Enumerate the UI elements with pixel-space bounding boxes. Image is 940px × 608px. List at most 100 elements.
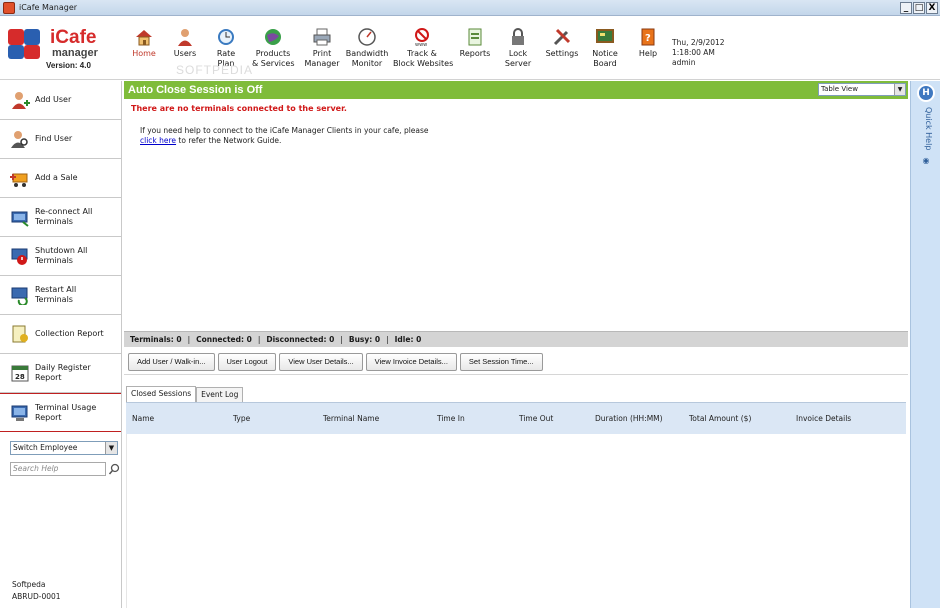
close-button[interactable]: X	[926, 1, 938, 14]
current-date: Thu, 2/9/2012	[672, 38, 725, 47]
toolbar-settings[interactable]: Settings	[544, 27, 580, 77]
toolbar-help[interactable]: ? Help	[635, 27, 661, 77]
title-bar: iCafe Manager _ □ X	[0, 0, 940, 16]
help-icon[interactable]: H	[917, 84, 935, 102]
sidebar-item-collection-report[interactable]: Collection Report	[0, 315, 121, 354]
svg-text:www: www	[415, 42, 427, 47]
home-icon	[136, 30, 152, 46]
cart-icon	[10, 173, 28, 187]
left-sidebar: Add User Find User Add a Sale Re-connect…	[0, 81, 122, 608]
app-icon	[3, 1, 15, 14]
sidebar-item-add-sale[interactable]: Add a Sale	[0, 159, 121, 198]
sidebar-item-reconnect[interactable]: Re-connect All Terminals	[0, 198, 121, 237]
view-invoice-details-button[interactable]: View Invoice Details...	[365, 352, 457, 371]
column-header[interactable]: Time Out	[519, 414, 553, 423]
logo-subtitle: manager	[52, 47, 98, 59]
search-icon[interactable]	[108, 462, 120, 476]
help-book-icon: ?	[641, 28, 655, 46]
toolbar-label: Bandwidth Monitor	[345, 49, 389, 68]
maximize-button[interactable]: □	[913, 1, 925, 14]
shutdown-icon	[11, 248, 28, 265]
chevron-down-icon[interactable]: ▼	[894, 84, 905, 95]
sidebar-item-terminal-usage[interactable]: Terminal Usage Report	[0, 393, 121, 432]
session-banner: Auto Close Session is Off Table View ▼	[124, 81, 908, 99]
toolbar-label: Lock Server	[504, 49, 532, 68]
column-header[interactable]: Name	[132, 414, 154, 423]
find-user-icon	[11, 131, 28, 148]
sidebar-item-daily-register[interactable]: 28 Daily Register Report	[0, 354, 121, 393]
column-header[interactable]: Total Amount ($)	[689, 414, 751, 423]
chevron-down-icon[interactable]: ▼	[105, 442, 117, 454]
gauge-icon	[358, 28, 376, 46]
tab-closed-sessions[interactable]: Closed Sessions	[126, 386, 197, 402]
company-name: Softpeda	[12, 580, 46, 589]
toolbar-reports[interactable]: Reports	[458, 27, 492, 77]
sidebar-item-shutdown[interactable]: Shutdown All Terminals	[0, 237, 121, 276]
column-header[interactable]: Type	[233, 414, 250, 423]
set-session-time-button[interactable]: Set Session Time...	[459, 352, 543, 371]
current-user: admin	[672, 58, 696, 67]
printer-icon	[313, 28, 331, 46]
logo-mark-icon	[6, 25, 46, 61]
expand-icon[interactable]: ◉	[921, 156, 931, 166]
quick-help-panel[interactable]: H Quick Help ◉	[910, 81, 940, 608]
collection-report-icon	[12, 325, 28, 343]
reconnect-icon	[11, 211, 29, 227]
status-terminals: Terminals: 0	[130, 335, 182, 344]
column-header[interactable]: Time In	[437, 414, 465, 423]
toolbar-print-manager[interactable]: Print Manager	[303, 27, 341, 77]
window-controls: _ □ X	[900, 1, 938, 14]
toolbar-label: Settings	[545, 49, 579, 58]
sidebar-item-label: Terminal Usage Report	[35, 402, 97, 422]
help-line: If you need help to connect to the iCafe…	[140, 126, 429, 135]
toolbar-label: Products & Services	[252, 49, 295, 68]
sessions-table-header: Name Type Terminal Name Time In Time Out…	[126, 402, 906, 434]
toolbar-label: Track & Block Websites	[393, 49, 454, 68]
network-guide-link[interactable]: click here	[140, 136, 176, 145]
column-header[interactable]: Duration (HH:MM)	[595, 414, 663, 423]
network-help-text: If you need help to connect to the iCafe…	[140, 126, 429, 146]
board-icon	[596, 29, 614, 43]
toolbar-products[interactable]: Products & Services	[252, 27, 295, 77]
sidebar-item-restart[interactable]: Restart All Terminals	[0, 276, 121, 315]
calendar-icon: 28	[11, 365, 29, 382]
select-value: Table View	[821, 85, 858, 93]
terminal-usage-icon	[11, 405, 28, 421]
view-user-details-button[interactable]: View User Details...	[279, 352, 363, 371]
current-time: 1:18:00 AM	[672, 48, 715, 57]
license-code: ABRUD-0001	[12, 592, 61, 601]
minimize-button[interactable]: _	[900, 1, 912, 14]
lock-icon	[512, 28, 524, 45]
column-header[interactable]: Invoice Details	[796, 414, 851, 423]
toolbar-track-block[interactable]: www Track & Block Websites	[393, 27, 454, 77]
tab-event-log[interactable]: Event Log	[196, 387, 244, 402]
toolbar-label: Notice Board	[592, 49, 618, 68]
search-help-input[interactable]: Search Help	[10, 462, 106, 476]
switch-employee-select[interactable]: Switch Employee ▼	[10, 441, 118, 455]
toolbar-label: Help	[638, 49, 658, 58]
no-terminals-message: There are no terminals connected to the …	[131, 104, 347, 113]
window-title: iCafe Manager	[19, 3, 78, 12]
block-icon: www	[415, 28, 429, 47]
column-header[interactable]: Terminal Name	[323, 414, 379, 423]
user-logout-button[interactable]: User Logout	[217, 352, 277, 371]
toolbar-notice-board[interactable]: Notice Board	[589, 27, 621, 77]
toolbar-lock-server[interactable]: Lock Server	[503, 27, 533, 77]
sidebar-item-label: Collection Report	[35, 329, 104, 338]
tools-icon	[553, 28, 571, 46]
sidebar-item-add-user[interactable]: Add User	[0, 81, 121, 120]
svg-text:28: 28	[15, 373, 25, 381]
toolbar-home[interactable]: Home	[130, 27, 158, 77]
add-user-walkin-button[interactable]: Add User / Walk-in...	[128, 352, 215, 371]
view-mode-select[interactable]: Table View ▼	[818, 83, 906, 96]
version-label: Version: 4.0	[46, 61, 91, 70]
sidebar-item-find-user[interactable]: Find User	[0, 120, 121, 159]
toolbar-label: Reports	[459, 49, 491, 58]
session-actions: Add User / Walk-in... User Logout View U…	[124, 349, 908, 375]
status-connected: Connected: 0	[196, 335, 252, 344]
toolbar-bandwidth[interactable]: Bandwidth Monitor	[345, 27, 389, 77]
sessions-table-body[interactable]	[126, 434, 906, 608]
toolbar-label: Home	[132, 49, 156, 58]
watermark: SOFTPEDIA	[176, 63, 254, 77]
help-line: to refer the Network Guide.	[176, 136, 282, 145]
